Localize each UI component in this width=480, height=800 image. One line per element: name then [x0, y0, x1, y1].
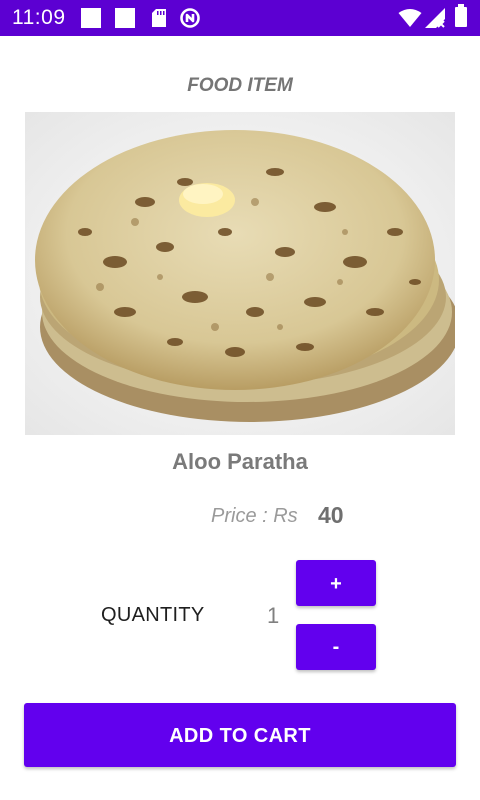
status-time: 11:09: [12, 6, 66, 29]
quantity-label: QUANTITY: [101, 604, 205, 626]
nfc-icon: [180, 8, 200, 28]
increment-quantity-button[interactable]: +: [296, 560, 376, 606]
food-image: [25, 112, 455, 435]
add-to-cart-button[interactable]: ADD TO CART: [24, 703, 456, 767]
sd-card-icon: [152, 9, 166, 27]
notification-square-icon: [115, 8, 135, 28]
wifi-icon: [398, 9, 422, 27]
status-bar: 11:09: [0, 0, 480, 36]
battery-icon: [455, 4, 467, 27]
price-label: Price : Rs: [211, 505, 298, 527]
notification-square-icon: [81, 8, 101, 28]
decrement-quantity-button[interactable]: -: [296, 624, 376, 670]
quantity-value: 1: [267, 603, 280, 628]
price-value: 40: [318, 502, 344, 528]
cell-signal-icon: [425, 8, 445, 28]
page-title: FOOD ITEM: [187, 75, 293, 96]
item-name: Aloo Paratha: [172, 449, 308, 474]
